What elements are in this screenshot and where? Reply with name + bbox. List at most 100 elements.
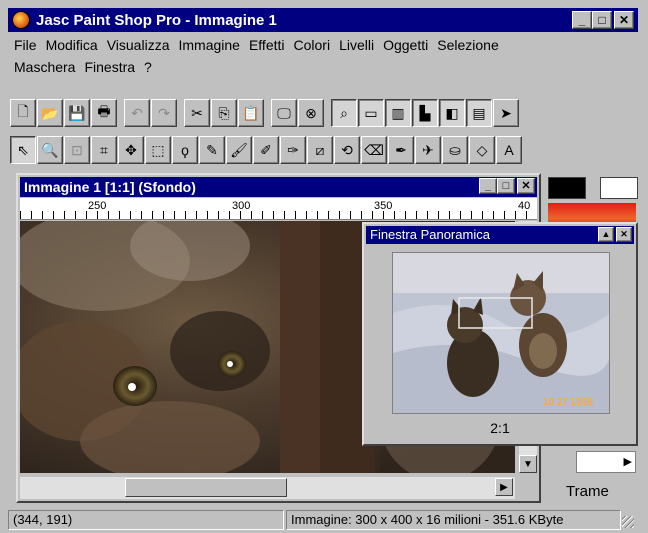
menu-livelli[interactable]: Livelli (339, 37, 374, 53)
color-palette-button[interactable]: ▥ (385, 99, 411, 127)
picture-tube-button[interactable]: ✒ (388, 136, 414, 164)
clone-brush-button[interactable]: ✐ (253, 136, 279, 164)
select-arrow-button[interactable]: ⇖ (10, 136, 36, 164)
background-color-swatch[interactable] (600, 177, 638, 199)
scratch-remover-icon: ⟲ (341, 141, 353, 158)
save-button[interactable]: 💾 (64, 99, 90, 127)
texture-arrow-icon[interactable]: ▶ (624, 455, 632, 468)
pointer-button[interactable]: ➤ (493, 99, 519, 127)
horizontal-scrollbar[interactable]: ▶ (20, 477, 515, 499)
cursor-coordinates: (344, 191) (8, 510, 284, 530)
selection-button[interactable]: ⬚ (145, 136, 171, 164)
redo-icon: ↷ (158, 104, 170, 121)
clone-brush-icon: ✐ (260, 141, 272, 158)
flood-fill-button[interactable]: ⛀ (442, 136, 468, 164)
cut-button[interactable]: ✂ (184, 99, 210, 127)
overview-thumbnail[interactable]: 10 27 1998 (392, 252, 610, 414)
image-window-title: Immagine 1 [1:1] (Sfondo) (24, 179, 196, 195)
close-button[interactable]: ✕ (614, 11, 634, 29)
maximize-button[interactable]: □ (592, 11, 612, 29)
freehand-icon: ϙ (181, 142, 189, 158)
overview-zoom-label: 2:1 (490, 420, 510, 436)
text-icon: A (504, 142, 514, 158)
menu-bar: File Modifica Visualizza Immagine Effetti Col… (8, 34, 638, 78)
layer-palette-button[interactable]: ◧ (439, 99, 465, 127)
minimize-button[interactable]: _ (572, 11, 592, 29)
full-screen-button[interactable]: 🖵 (271, 99, 297, 127)
new-button[interactable]: 🗋 (10, 99, 36, 127)
style-bar-button[interactable]: ▭ (358, 99, 384, 127)
select-arrow-icon: ⇖ (17, 141, 29, 158)
eraser-icon: ⌫ (364, 141, 384, 158)
overview-collapse-button[interactable]: ▲ (598, 227, 614, 242)
paint-shop-pro-icon[interactable] (12, 11, 30, 29)
tool-palette-button[interactable]: ⌕ (331, 99, 357, 127)
tool-palette: ⇖ 🔍 ⊡ ⌗ ✥ ⬚ ϙ ✎ 🖌 ✐ ✑ ⧄ ⟲ ⌫ ✒ ✈ ⛀ ◇ A (10, 133, 523, 167)
menu-oggetti[interactable]: Oggetti (383, 37, 428, 53)
menu-selezione[interactable]: Selezione (437, 37, 499, 53)
foreground-color-swatch[interactable] (548, 177, 586, 199)
resize-grip[interactable] (622, 516, 634, 528)
ruler-label: 250 (88, 200, 107, 212)
histogram-button[interactable]: ▙ (412, 99, 438, 127)
style-bar-icon: ▭ (364, 104, 378, 121)
menu-colori[interactable]: Colori (294, 37, 331, 53)
open-icon: 📂 (41, 104, 59, 121)
horizontal-scroll-thumb[interactable] (125, 478, 287, 497)
color-replacer-button[interactable]: ✑ (280, 136, 306, 164)
menu-help[interactable]: ? (144, 59, 152, 75)
scroll-down-button[interactable]: ▼ (519, 455, 537, 473)
selection-icon: ⬚ (151, 141, 165, 158)
paste-button[interactable]: 📋 (238, 99, 264, 127)
overview-titlebar[interactable]: Finestra Panoramica ▲ ✕ (366, 226, 634, 244)
full-screen-icon: 🖵 (277, 104, 291, 121)
layer-palette-icon: ◧ (445, 104, 459, 121)
deformation-button[interactable]: ⊡ (64, 136, 90, 164)
overview-icon: ⊗ (305, 104, 317, 121)
overview-close-button[interactable]: ✕ (616, 227, 632, 242)
menu-visualizza[interactable]: Visualizza (107, 37, 170, 53)
scratch-remover-button[interactable]: ⟲ (334, 136, 360, 164)
print-button[interactable]: 🖶 (91, 99, 117, 127)
overview-button[interactable]: ⊗ (298, 99, 324, 127)
menu-modifica[interactable]: Modifica (46, 37, 98, 53)
picture-tube-icon: ✒ (395, 141, 407, 158)
zoom-button[interactable]: 🔍 (37, 136, 63, 164)
ruler-label: 300 (232, 200, 251, 212)
freehand-button[interactable]: ϙ (172, 136, 198, 164)
image-close-button[interactable]: ✕ (517, 178, 535, 194)
main-toolbar: 🗋 📂 💾 🖶 ↶ ↷ ✂ ⎘ 📋 🖵 ⊗ ⌕ ▭ ▥ ▙ ◧ ▤ ➤ (10, 96, 520, 130)
menu-maschera[interactable]: Maschera (14, 59, 75, 75)
scroll-right-button[interactable]: ▶ (495, 478, 513, 496)
redo-button[interactable]: ↷ (151, 99, 177, 127)
airbrush-button[interactable]: ✈ (415, 136, 441, 164)
flood-fill-icon: ⛀ (449, 141, 461, 158)
title-bar: Jasc Paint Shop Pro - Immagine 1 _ □ ✕ (8, 8, 638, 32)
overview-window: Finestra Panoramica ▲ ✕ 10 27 1998 2:1 (362, 222, 638, 446)
image-window-titlebar[interactable]: Immagine 1 [1:1] (Sfondo) _ □ ✕ (20, 177, 537, 197)
color-replacer-icon: ✑ (287, 141, 299, 158)
texture-swatch[interactable]: ▶ (576, 451, 636, 473)
image-maximize-button[interactable]: □ (497, 178, 515, 194)
menu-file[interactable]: File (14, 37, 37, 53)
open-button[interactable]: 📂 (37, 99, 63, 127)
menu-finestra[interactable]: Finestra (84, 59, 135, 75)
undo-button[interactable]: ↶ (124, 99, 150, 127)
crop-button[interactable]: ⌗ (91, 136, 117, 164)
dropper-icon: ✎ (206, 141, 218, 158)
zoom-icon: 🔍 (41, 141, 59, 158)
move-button[interactable]: ✥ (118, 136, 144, 164)
paintbrush-button[interactable]: 🖌 (226, 136, 252, 164)
retouch-button[interactable]: ⧄ (307, 136, 333, 164)
eraser-button[interactable]: ⌫ (361, 136, 387, 164)
copy-button[interactable]: ⎘ (211, 99, 237, 127)
menu-effetti[interactable]: Effetti (249, 37, 285, 53)
dropper-button[interactable]: ✎ (199, 136, 225, 164)
image-minimize-button[interactable]: _ (479, 178, 497, 194)
move-icon: ✥ (125, 141, 137, 158)
deformation-icon: ⊡ (71, 141, 83, 158)
menu-immagine[interactable]: Immagine (178, 37, 239, 53)
text-button[interactable]: A (496, 136, 522, 164)
tool-options-button[interactable]: ▤ (466, 99, 492, 127)
shape-button[interactable]: ◇ (469, 136, 495, 164)
